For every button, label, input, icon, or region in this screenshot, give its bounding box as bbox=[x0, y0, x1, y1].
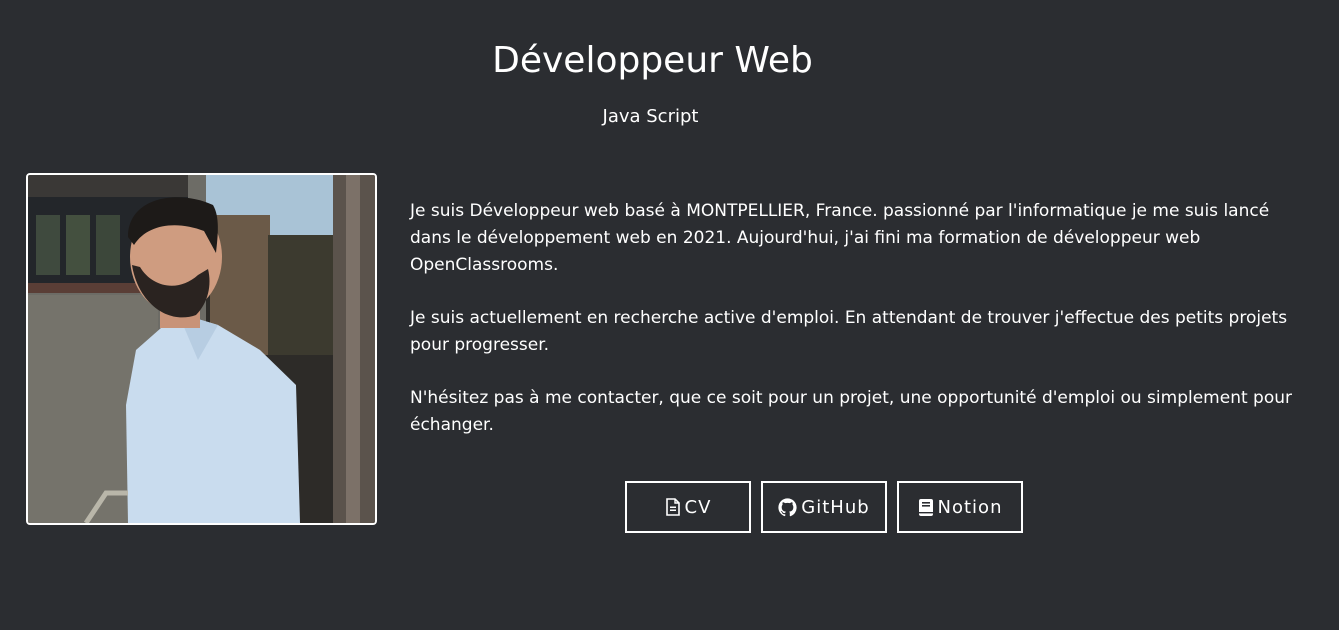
cv-button[interactable]: CV bbox=[625, 481, 751, 533]
page-subtitle: Java Script bbox=[602, 106, 699, 127]
book-icon bbox=[918, 498, 934, 517]
github-button-label: GitHub bbox=[801, 496, 870, 518]
page-title: Développeur Web bbox=[492, 40, 813, 81]
github-button[interactable]: GitHub bbox=[761, 481, 887, 533]
bio-paragraph: N'hésitez pas à me contacter, que ce soi… bbox=[410, 388, 1292, 435]
bio-paragraph: Je suis Développeur web basé à MONTPELLI… bbox=[410, 201, 1270, 275]
bio-paragraph: Je suis actuellement en recherche active… bbox=[410, 308, 1288, 355]
profile-photo bbox=[26, 173, 377, 525]
notion-button-label: Notion bbox=[937, 496, 1003, 518]
bio-section: Je suis Développeur web basé à MONTPELLI… bbox=[410, 198, 1300, 465]
file-icon bbox=[665, 498, 681, 516]
github-icon bbox=[778, 497, 797, 517]
cv-button-label: CV bbox=[684, 496, 712, 518]
notion-button[interactable]: Notion bbox=[897, 481, 1023, 533]
link-buttons: CV GitHub Notion bbox=[625, 481, 1023, 533]
